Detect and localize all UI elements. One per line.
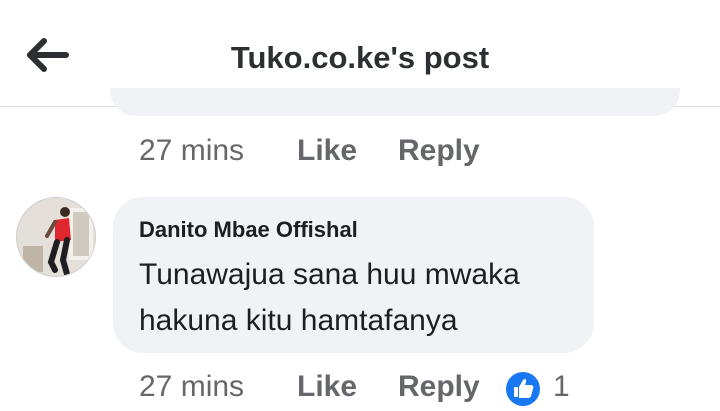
reaction-count[interactable]: 1 [553, 370, 570, 404]
comment-text: Tunawajua sana huu mwaka hakuna kitu ham… [139, 252, 579, 344]
comment-author[interactable]: Danito Mbae Offishal [139, 217, 358, 243]
previous-comment-bubble [110, 88, 680, 116]
like-button[interactable]: Like [297, 134, 357, 168]
page-title: Tuko.co.ke's post [230, 40, 490, 75]
reply-button[interactable]: Reply [398, 370, 480, 404]
comment-text-line: hakuna kitu hamtafanya [139, 304, 458, 337]
thumbs-up-icon [514, 378, 534, 398]
like-button[interactable]: Like [297, 370, 357, 404]
avatar-photo [17, 198, 95, 276]
reaction-badge[interactable] [506, 372, 540, 406]
comment-timestamp[interactable]: 27 mins [139, 370, 244, 404]
comment-timestamp[interactable]: 27 mins [139, 134, 244, 168]
reply-button[interactable]: Reply [398, 134, 480, 168]
avatar[interactable] [16, 197, 96, 277]
comment-text-line: Tunawajua sana huu mwaka [139, 258, 520, 291]
